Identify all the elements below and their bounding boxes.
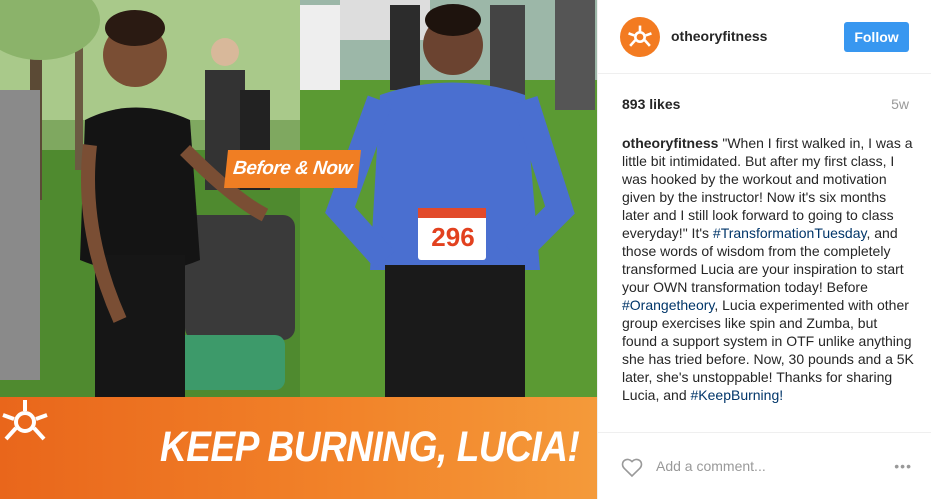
likes-count[interactable]: 893 likes <box>622 96 680 112</box>
post-header: otheoryfitness Follow <box>598 0 931 74</box>
more-options-icon[interactable]: ••• <box>894 458 912 474</box>
before-now-tag: Before & Now <box>224 150 361 188</box>
caption-scroll[interactable]: otheoryfitness "When I first walked in, … <box>622 134 914 432</box>
post-age[interactable]: 5w <box>891 96 909 112</box>
hashtag-link[interactable]: #KeepBurning! <box>691 387 784 403</box>
avatar[interactable] <box>620 17 660 57</box>
hashtag-link[interactable]: #Orangetheory <box>622 297 714 313</box>
heart-icon[interactable] <box>620 455 644 479</box>
photo-banner: KEEP BURNING, LUCIA! <box>0 397 597 499</box>
orangetheory-logo-icon <box>628 25 652 47</box>
orangetheory-logo-icon <box>2 400 48 441</box>
banner-headline: KEEP BURNING, LUCIA! <box>160 423 580 471</box>
caption: otheoryfitness "When I first walked in, … <box>622 134 914 404</box>
post-footer: ••• <box>598 432 931 499</box>
username-link[interactable]: otheoryfitness <box>671 28 767 44</box>
follow-button[interactable]: Follow <box>844 22 909 52</box>
comment-input[interactable] <box>656 455 866 477</box>
caption-username[interactable]: otheoryfitness <box>622 135 718 151</box>
bib-number: 296 <box>431 222 475 252</box>
hashtag-link[interactable]: #TransformationTuesday <box>713 225 867 241</box>
post-photo[interactable]: Before & Now 296 KEEP BURNING, LUCIA! <box>0 0 597 499</box>
post-side-panel: otheoryfitness Follow 893 likes 5w otheo… <box>597 0 931 499</box>
